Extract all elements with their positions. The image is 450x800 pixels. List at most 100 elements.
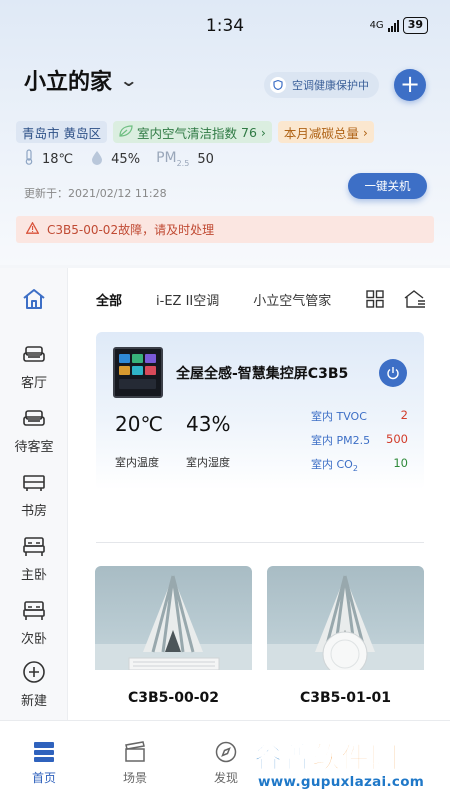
nav-label: 首页 (31, 771, 56, 785)
co2-value: 10 (393, 456, 408, 470)
sidebar-label: 待客室 (14, 440, 54, 455)
sidebar-label: 客厅 (20, 376, 47, 391)
power-button[interactable] (379, 359, 407, 387)
section-divider (96, 542, 424, 543)
nav-label: 发现 (213, 771, 238, 785)
sofa-icon (23, 410, 45, 426)
product-card[interactable]: C3B5-01-01 (267, 566, 424, 716)
health-status-text: 空调健康保护中 (292, 79, 369, 92)
location-tag[interactable]: 青岛市 黄岛区 (16, 121, 107, 143)
add-button[interactable]: + (394, 69, 426, 101)
alert-text: C3B5-00-02故障，请及时处理 (47, 223, 215, 237)
indoor-temperature: 20℃ (115, 412, 163, 436)
nav-scenes[interactable]: 场景 (105, 741, 165, 786)
compass-icon (215, 741, 237, 763)
tvoc-label: 室内 TVOC (311, 410, 367, 423)
power-icon (387, 367, 399, 380)
product-image (267, 566, 424, 677)
leaf-icon (119, 124, 133, 140)
temperature-label: 室内温度 (115, 456, 159, 469)
sidebar-item-new-room[interactable]: 新建 (0, 660, 68, 709)
update-timestamp: 2021/02/12 11:28 (68, 187, 167, 200)
cabinet-icon (23, 475, 45, 491)
outdoor-temperature: 18℃ (42, 151, 74, 167)
clapperboard-icon (125, 741, 145, 762)
weather-row: 18℃ 45% PM2.5 50 (24, 149, 214, 169)
warning-icon (25, 221, 40, 237)
device-name: 全屋全感-智慧集控屏C3B5 (176, 366, 349, 382)
product-name: C3B5-01-01 (299, 690, 391, 706)
air-index-tag[interactable]: 室内空气清洁指数 76 › (112, 121, 272, 143)
network-label: 4G (369, 20, 384, 31)
product-card[interactable]: C3B5-00-02 (95, 566, 252, 716)
bed-icon (23, 601, 45, 620)
product-name: C3B5-00-02 (127, 690, 219, 706)
air-index-value: 76 (241, 124, 257, 140)
sidebar-item-all-rooms[interactable] (0, 288, 68, 316)
control-screen-card[interactable]: 全屋全感-智慧集控屏C3B5 20℃ 43% 室内温度 室内湿度 室内 TVOC… (96, 332, 424, 490)
watermark-text-2: 软件园 (312, 741, 400, 775)
home-tab-icon (34, 742, 54, 762)
room-sidebar: 客厅 待客室 书房 主卧 次卧 新建 (0, 268, 68, 720)
tvoc-value: 2 (400, 408, 408, 422)
watermark-url: www.gupuxlazai.com (258, 774, 425, 790)
tab-iez-ac[interactable]: i-EZ II空调 (156, 290, 219, 309)
location-text: 青岛市 黄岛区 (22, 125, 101, 141)
health-protection-pill[interactable]: 空调健康保护中 (264, 72, 379, 98)
sidebar-item-guest-room[interactable]: 待客室 (0, 408, 68, 455)
tab-air-manager[interactable]: 小立空气管家 (253, 290, 331, 309)
status-bar: 1:34 4G 39 (0, 0, 450, 50)
co2-label-text: 室内 CO (311, 458, 353, 471)
sidebar-label: 次卧 (20, 632, 47, 647)
plus-circle-icon (23, 661, 45, 683)
watermark-text-1: 谷普 (253, 741, 313, 775)
watermark-logo: 谷普软件园 www.gupuxlazai.com (246, 732, 446, 796)
product-image (95, 566, 252, 671)
indoor-humidity: 43% (186, 412, 231, 436)
pm-label-text: PM (156, 150, 177, 167)
home-manage-icon[interactable] (404, 290, 426, 308)
sidebar-item-study[interactable]: 书房 (0, 472, 68, 519)
shutdown-all-button[interactable]: 一键关机 (348, 173, 427, 199)
fault-alert-banner[interactable]: C3B5-00-02故障，请及时处理 (16, 216, 434, 243)
pm-label-sub: 2.5 (176, 158, 190, 168)
humidity-label: 室内湿度 (186, 456, 230, 469)
device-tabs: 全部 i-EZ II空调 小立空气管家 (96, 290, 365, 309)
tab-all[interactable]: 全部 (96, 290, 122, 309)
sidebar-item-master-bedroom[interactable]: 主卧 (0, 536, 68, 583)
pm-label: PM2.5 (156, 150, 189, 168)
co2-label: 室内 CO2 (311, 456, 358, 473)
sidebar-label: 书房 (20, 504, 47, 519)
shield-icon (270, 77, 286, 93)
outdoor-humidity: 45% (111, 151, 141, 167)
home-name: 小立的家 (24, 70, 113, 95)
bed-icon (23, 537, 45, 556)
sidebar-label: 新建 (20, 694, 47, 709)
thermometer-icon (24, 149, 34, 169)
home-selector[interactable]: 小立的家 ⌄ (24, 64, 139, 96)
signal-icon (387, 19, 399, 32)
house-icon (23, 289, 45, 309)
watermark-text: 谷普软件园 (253, 736, 400, 776)
chevron-right-icon: › (260, 124, 266, 140)
pm-value: 50 (197, 151, 214, 167)
update-label: 更新于： (24, 187, 68, 200)
pm25-label: 室内 PM2.5 (311, 434, 371, 447)
sidebar-label: 主卧 (20, 568, 47, 583)
carbon-tag[interactable]: 本月减碳总量 › (277, 121, 374, 143)
chevron-down-icon: ⌄ (119, 70, 139, 90)
air-index-label: 室内空气清洁指数 (136, 125, 237, 141)
status-icons: 4G 39 (370, 17, 428, 34)
grid-view-icon[interactable] (366, 290, 384, 308)
sidebar-item-second-bedroom[interactable]: 次卧 (0, 600, 68, 647)
sidebar-item-living-room[interactable]: 客厅 (0, 344, 68, 391)
nav-label: 场景 (122, 771, 147, 785)
humidity-drop-icon (91, 150, 103, 169)
tab-tools (366, 290, 426, 308)
co2-label-sub: 2 (352, 464, 358, 474)
update-time: 更新于：2021/02/12 11:28 (24, 185, 167, 201)
info-tags: 青岛市 黄岛区 室内空气清洁指数 76 › 本月减碳总量 › (16, 121, 374, 143)
sofa-icon (23, 346, 45, 362)
nav-home[interactable]: 首页 (14, 741, 74, 786)
battery-icon: 39 (402, 17, 428, 34)
